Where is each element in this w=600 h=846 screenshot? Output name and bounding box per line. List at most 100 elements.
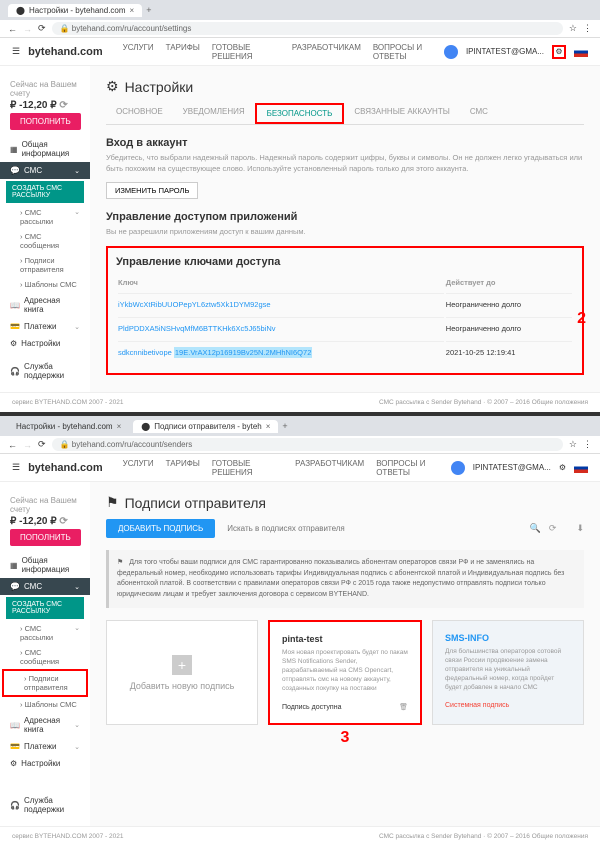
sidebar-payments[interactable]: 💳Платежи⌄ xyxy=(0,318,90,335)
sidebar-settings[interactable]: ⚙Настройки xyxy=(0,335,90,352)
sender-card-smsinfo[interactable]: SMS-INFO Для большинства операторов сото… xyxy=(432,620,584,725)
close-icon[interactable]: × xyxy=(117,422,122,431)
nav-services[interactable]: УСЛУГИ xyxy=(123,459,154,477)
menu-icon[interactable]: ⋮ xyxy=(583,439,592,450)
add-sender-button[interactable]: ДОБАВИТЬ ПОДПИСЬ xyxy=(106,519,215,538)
sidebar-sub-campaigns[interactable]: › СМС рассылки⌄ xyxy=(0,621,90,645)
sidebar-sms[interactable]: 💬СМС⌄ xyxy=(0,578,90,595)
create-sms-button[interactable]: СОЗДАТЬ СМС РАССЫЛКУ xyxy=(6,181,84,203)
nav-faq[interactable]: ВОПРОСЫ И ОТВЕТЫ xyxy=(376,459,451,477)
delete-icon[interactable]: 🗑 xyxy=(399,703,408,711)
tab-title: Настройки - bytehand.com xyxy=(16,422,113,431)
menu-toggle-icon[interactable]: ☰ xyxy=(12,46,20,57)
url-bar: ← → ⟳ 🔒 bytehand.com/ru/account/settings… xyxy=(0,20,600,38)
main-nav: УСЛУГИ ТАРИФЫ ГОТОВЫЕ РЕШЕНИЯ РАЗРАБОТЧИ… xyxy=(123,459,451,477)
footer-right: СМС рассылка с Sender Bytehand · © 2007 … xyxy=(379,833,588,840)
balance-label: Сейчас на Вашем счету xyxy=(10,496,80,514)
tab-sms[interactable]: СМС xyxy=(460,103,498,124)
sidebar-sub-messages[interactable]: › СМС сообщения xyxy=(0,229,90,253)
nav-developers[interactable]: РАЗРАБОТЧИКАМ xyxy=(292,43,361,61)
sidebar-sms[interactable]: 💬СМС⌄ xyxy=(0,162,90,179)
logo[interactable]: bytehand.com xyxy=(28,462,103,474)
nav-solutions[interactable]: ГОТОВЫЕ РЕШЕНИЯ xyxy=(212,43,280,61)
gear-icon[interactable]: ⚙ xyxy=(559,463,566,472)
forward-icon[interactable]: → xyxy=(23,440,32,450)
new-tab-button[interactable]: + xyxy=(282,421,287,431)
key-link[interactable]: sdkcnnibetivope 19E.VrAX12p16919Bv25N.2M… xyxy=(118,347,312,358)
sidebar-sub-messages[interactable]: › СМС сообщения xyxy=(0,645,90,669)
sidebar-sub-campaigns[interactable]: › СМС рассылки⌄ xyxy=(0,205,90,229)
back-icon[interactable]: ← xyxy=(8,440,17,450)
new-tab-button[interactable]: + xyxy=(146,5,151,15)
forward-icon[interactable]: → xyxy=(23,24,32,34)
browser-tab-active[interactable]: ⬤ Подписи отправителя - byteh × xyxy=(133,420,278,433)
star-icon[interactable]: ☆ xyxy=(569,23,577,34)
sidebar-sub-templates[interactable]: › Шаблоны СМС xyxy=(0,277,90,292)
browser-tab[interactable]: ⬤ Настройки - bytehand.com × xyxy=(8,4,142,17)
tab-favicon: ⬤ xyxy=(141,422,150,431)
url-input[interactable]: 🔒 bytehand.com/ru/account/senders xyxy=(52,438,563,451)
sidebar-general[interactable]: ▦Общая информация xyxy=(0,136,90,162)
sidebar-general[interactable]: ▦Общая информация xyxy=(0,552,90,578)
refresh-icon[interactable]: ⟳ xyxy=(59,516,67,527)
tab-security[interactable]: БЕЗОПАСНОСТЬ xyxy=(255,103,345,124)
sidebar-address[interactable]: 📖Адресная книга xyxy=(0,292,90,318)
refresh-icon[interactable]: ⟳ xyxy=(549,523,557,534)
user-email[interactable]: IPINTATEST@GMA... xyxy=(473,463,551,472)
add-card[interactable]: + Добавить новую подпись xyxy=(106,620,258,725)
create-sms-button[interactable]: СОЗДАТЬ СМС РАССЫЛКУ xyxy=(6,597,84,619)
logo[interactable]: bytehand.com xyxy=(28,46,103,58)
download-icon[interactable]: ⬇ xyxy=(576,523,584,534)
avatar[interactable] xyxy=(451,461,465,475)
flag-icon[interactable] xyxy=(574,463,588,473)
search-input[interactable] xyxy=(223,520,521,537)
avatar[interactable] xyxy=(444,45,458,59)
th-expires: Действует до xyxy=(446,274,572,291)
user-email[interactable]: IPINTATEST@GMA... xyxy=(466,47,544,56)
sidebar-support[interactable]: 🎧Служба поддержки xyxy=(0,358,90,384)
refresh-icon[interactable]: ⟳ xyxy=(59,100,67,111)
tab-notifications[interactable]: УВЕДОМЛЕНИЯ xyxy=(173,103,255,124)
nav-solutions[interactable]: ГОТОВЫЕ РЕШЕНИЯ xyxy=(212,459,283,477)
menu-icon[interactable]: ⋮ xyxy=(583,23,592,34)
nav-developers[interactable]: РАЗРАБОТЧИКАМ xyxy=(295,459,364,477)
key-link[interactable]: iYkbWcXtRibUUOPepYL6ztw5Xk1DYM92gse xyxy=(118,300,271,309)
sidebar-settings[interactable]: ⚙Настройки xyxy=(0,755,90,772)
search-icon[interactable]: 🔍 xyxy=(530,523,541,534)
browser-tab[interactable]: Настройки - bytehand.com × xyxy=(8,420,129,433)
card-status: Подпись доступна xyxy=(282,704,341,711)
sidebar-sub-templates[interactable]: › Шаблоны СМС xyxy=(0,697,90,712)
tab-title: Настройки - bytehand.com xyxy=(29,6,126,15)
tab-main[interactable]: ОСНОВНОЕ xyxy=(106,103,173,124)
key-link[interactable]: PldPDDXA5iNSHvqMfM6BTTKHk6Xc5J65biNv xyxy=(118,324,276,333)
sender-card-pinta[interactable]: pinta-test Моя новая проектировать будет… xyxy=(268,620,422,725)
tab-linked[interactable]: СВЯЗАННЫЕ АККАУНТЫ xyxy=(344,103,459,124)
menu-toggle-icon[interactable]: ☰ xyxy=(12,462,20,473)
nav-faq[interactable]: ВОПРОСЫ И ОТВЕТЫ xyxy=(373,43,444,61)
close-icon[interactable]: × xyxy=(130,6,135,15)
apps-desc: Вы не разрешили приложениям доступ к ваш… xyxy=(106,227,584,238)
reload-icon[interactable]: ⟳ xyxy=(38,439,46,450)
back-icon[interactable]: ← xyxy=(8,24,17,34)
flag-icon[interactable] xyxy=(574,47,588,57)
topup-button[interactable]: ПОПОЛНИТЬ xyxy=(10,113,81,130)
sidebar-sub-senders[interactable]: › Подписи отправителя xyxy=(0,253,90,277)
nav-tariffs[interactable]: ТАРИФЫ xyxy=(166,43,200,61)
lock-icon: 🔒 xyxy=(60,440,70,449)
settings-tabs: ОСНОВНОЕ УВЕДОМЛЕНИЯ БЕЗОПАСНОСТЬ СВЯЗАН… xyxy=(106,103,584,125)
topup-button[interactable]: ПОПОЛНИТЬ xyxy=(10,529,81,546)
change-password-button[interactable]: ИЗМЕНИТЬ ПАРОЛЬ xyxy=(106,182,198,199)
add-card-label: Добавить новую подпись xyxy=(130,681,235,691)
sidebar-sub-senders[interactable]: › Подписи отправителя xyxy=(2,669,88,697)
nav-tariffs[interactable]: ТАРИФЫ xyxy=(166,459,200,477)
sidebar-address[interactable]: 📖Адресная книга⌄ xyxy=(0,712,90,738)
close-icon[interactable]: × xyxy=(266,422,271,431)
reload-icon[interactable]: ⟳ xyxy=(38,23,46,34)
book-icon: 📖 xyxy=(10,301,20,310)
gear-icon[interactable]: ⚙ xyxy=(552,45,566,59)
nav-services[interactable]: УСЛУГИ xyxy=(123,43,154,61)
sidebar-support[interactable]: 🎧Служба поддержки xyxy=(0,792,90,818)
star-icon[interactable]: ☆ xyxy=(569,439,577,450)
url-input[interactable]: 🔒 bytehand.com/ru/account/settings xyxy=(52,22,563,35)
sidebar-payments[interactable]: 💳Платежи⌄ xyxy=(0,738,90,755)
